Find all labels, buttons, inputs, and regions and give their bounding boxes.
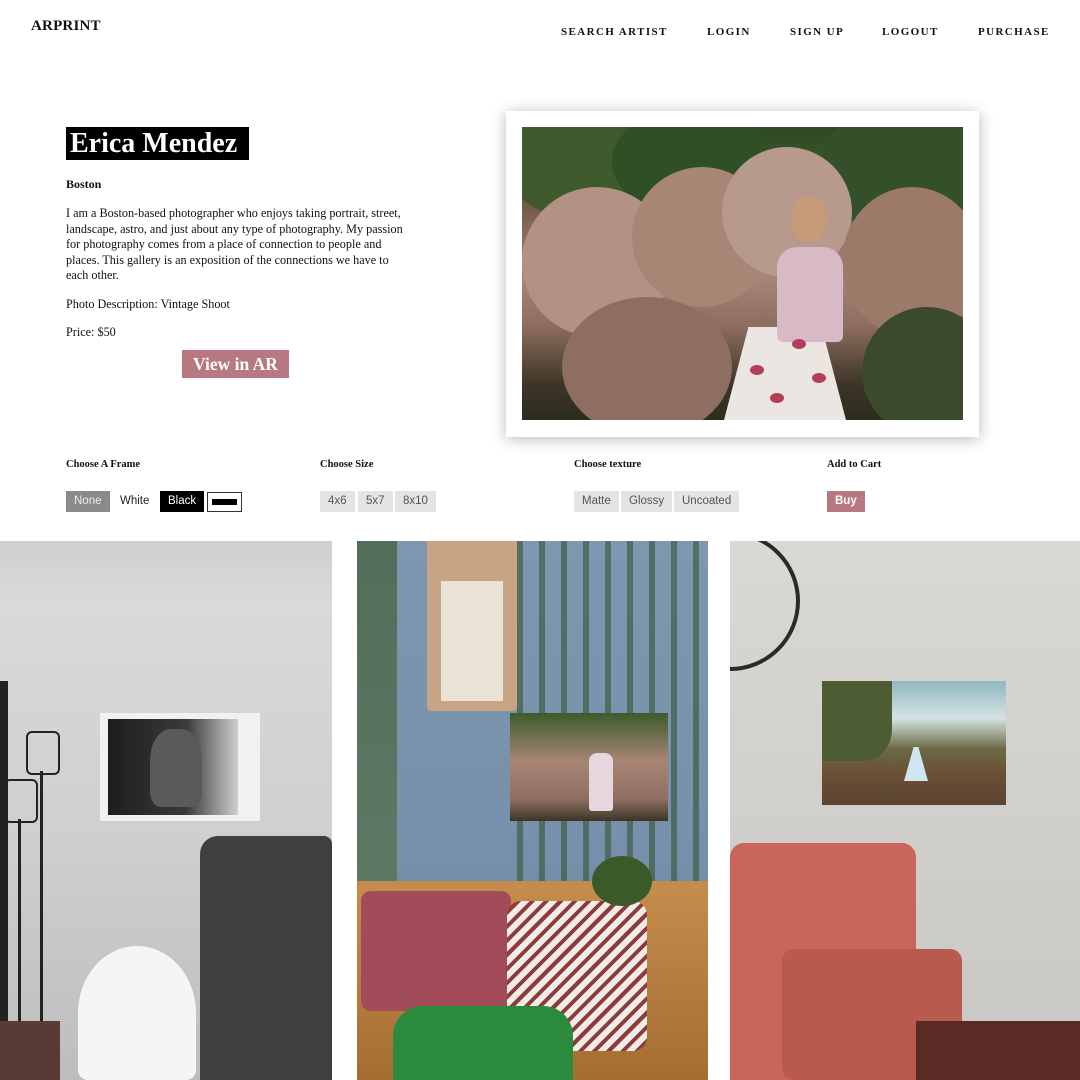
pink-pillow (361, 891, 511, 1011)
view-in-ar-button[interactable]: View in AR (182, 350, 289, 378)
size-4x6-option[interactable]: 4x6 (320, 491, 355, 512)
nav-search-artist[interactable]: SEARCH ARTIST (561, 26, 668, 38)
room-preview-2[interactable] (357, 541, 708, 1080)
room-preview-1[interactable] (0, 541, 332, 1080)
nav-purchase[interactable]: PURCHASE (978, 26, 1050, 38)
nav-login[interactable]: LOGIN (707, 26, 751, 38)
photo-price: Price: $50 (66, 325, 116, 339)
featured-photo[interactable] (522, 127, 963, 420)
cart-title: Add to Cart (827, 459, 882, 470)
frame-white-option[interactable]: White (112, 491, 157, 512)
photo-description: Photo Description: Vintage Shoot (66, 297, 230, 311)
size-8x10-option[interactable]: 8x10 (395, 491, 436, 512)
texture-glossy-option[interactable]: Glossy (621, 491, 673, 512)
artist-bio: I am a Boston-based photographer who enj… (66, 206, 403, 282)
featured-photo-card (506, 111, 979, 437)
armchair-1 (200, 836, 332, 1080)
site-logo[interactable]: ARPRINT (31, 18, 101, 35)
wall-clock (730, 541, 800, 671)
texture-title: Choose texture (574, 459, 642, 470)
artist-city: Boston (66, 177, 102, 191)
buy-button[interactable]: Buy (827, 491, 865, 512)
texture-uncoated-option[interactable]: Uncoated (674, 491, 740, 512)
nav-logout[interactable]: LOGOUT (882, 26, 939, 38)
size-title: Choose Size (320, 459, 374, 470)
room-preview-3[interactable] (730, 541, 1080, 1080)
texture-matte-option[interactable]: Matte (574, 491, 619, 512)
frame-black-swatch[interactable] (207, 492, 242, 512)
frame-black-option[interactable]: Black (160, 491, 205, 512)
artist-name: Erica Mendez (66, 127, 250, 160)
size-5x7-option[interactable]: 5x7 (358, 491, 393, 512)
green-pillow (393, 1006, 573, 1080)
frame-none-option[interactable]: None (66, 491, 110, 512)
frame-title: Choose A Frame (66, 459, 141, 470)
side-table (78, 946, 196, 1080)
nav-sign-up[interactable]: SIGN UP (790, 26, 844, 38)
